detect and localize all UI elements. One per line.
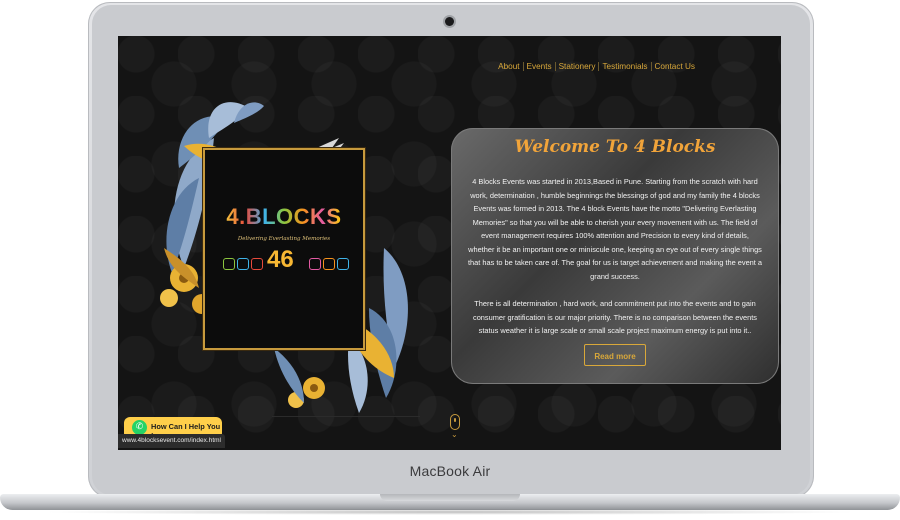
welcome-panel: Welcome To 4 Blocks 4 Blocks Events was … [451, 128, 779, 384]
gift-event-icon [309, 258, 321, 270]
read-more-button[interactable]: Read more [584, 344, 646, 366]
scroll-mouse-icon[interactable] [450, 414, 460, 430]
logo-frame: 4.BLOCKS Delivering Everlasting Memories… [203, 148, 365, 350]
logo-tagline: Delivering Everlasting Memories [237, 236, 331, 242]
chevron-down-icon[interactable]: ⌄ [451, 431, 458, 439]
music-event-icon [323, 258, 335, 270]
nav-item-contact-us[interactable]: Contact Us [650, 62, 699, 71]
camera-event-icon [223, 258, 235, 270]
whatsapp-icon: ✆ [132, 420, 147, 435]
nav-item-events[interactable]: Events [522, 62, 555, 71]
logo-text: 4.BLOCKS [226, 204, 342, 229]
logo-number: 46 [267, 246, 294, 273]
welcome-paragraph-2: There is all determination , hard work, … [473, 299, 757, 336]
device-label: MacBook Air [409, 463, 491, 479]
glass-event-icon [337, 258, 349, 270]
top-nav: About Events Stationery Testimonials Con… [495, 62, 698, 71]
balloon-event-icon [251, 258, 263, 270]
browser-screen: About Events Stationery Testimonials Con… [118, 36, 781, 450]
camera-icon [445, 17, 454, 26]
cake-event-icon [237, 258, 249, 270]
status-bar-url: www.4blocksevent.com/index.html [118, 434, 225, 448]
logo-title: 4.BLOCKS [205, 204, 363, 230]
welcome-heading: Welcome To 4 Blocks [514, 137, 716, 157]
laptop-notch [380, 494, 520, 501]
divider [272, 416, 420, 417]
nav-item-stationery[interactable]: Stationery [554, 62, 599, 71]
nav-item-about[interactable]: About [495, 62, 522, 71]
laptop-shadow [40, 509, 860, 515]
nav-item-testimonials[interactable]: Testimonials [598, 62, 650, 71]
hero-floral-artwork: 4.BLOCKS Delivering Everlasting Memories… [154, 98, 422, 418]
welcome-paragraph-1: 4 Blocks Events was started in 2013,Base… [467, 177, 763, 281]
